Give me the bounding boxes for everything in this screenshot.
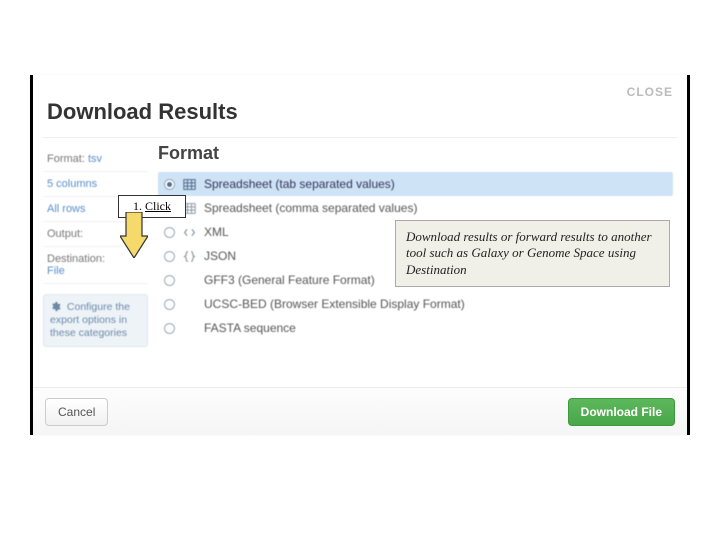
sidebar-value: File xyxy=(47,265,65,277)
braces-icon xyxy=(183,250,196,263)
format-option-fasta[interactable]: FASTA sequence xyxy=(158,316,673,340)
sidebar-value: tsv xyxy=(88,153,102,165)
sidebar-label: Format: xyxy=(47,153,85,165)
blank-icon xyxy=(183,274,196,287)
sidebar-value: 5 columns xyxy=(47,178,97,190)
divider xyxy=(43,137,677,138)
sidebar-row-format[interactable]: Format: tsv xyxy=(43,147,148,172)
format-option-label: JSON xyxy=(204,249,236,263)
configure-tip-text: Configure the export options in these ca… xyxy=(50,301,130,339)
radio-icon xyxy=(164,227,175,238)
format-option-csv[interactable]: Spreadsheet (comma separated values) xyxy=(158,196,673,220)
format-option-label: Spreadsheet (tab separated values) xyxy=(204,177,395,191)
grid-icon xyxy=(183,178,196,191)
radio-icon xyxy=(164,179,175,190)
modal-footer: Cancel Download File xyxy=(33,387,687,435)
radio-icon xyxy=(164,275,175,286)
sidebar-row-columns[interactable]: 5 columns xyxy=(43,172,148,197)
format-option-label: FASTA sequence xyxy=(204,321,296,335)
cancel-button[interactable]: Cancel xyxy=(45,398,108,426)
annotation-step-text: Click xyxy=(145,199,171,213)
format-option-tsv[interactable]: Spreadsheet (tab separated values) xyxy=(158,172,673,196)
radio-icon xyxy=(164,251,175,262)
sidebar-label: Destination: xyxy=(47,253,105,265)
format-option-label: GFF3 (General Feature Format) xyxy=(204,273,375,287)
blank-icon xyxy=(183,298,196,311)
page-frame: CLOSE Download Results Format: tsv 5 col… xyxy=(0,0,720,540)
sidebar-label: Output: xyxy=(47,228,83,240)
sidebar-value: All rows xyxy=(47,203,86,215)
format-option-ucsc-bed[interactable]: UCSC-BED (Browser Extensible Display For… xyxy=(158,292,673,316)
format-option-label: UCSC-BED (Browser Extensible Display For… xyxy=(204,297,465,311)
modal-title: Download Results xyxy=(47,99,238,125)
format-option-label: Spreadsheet (comma separated values) xyxy=(204,201,417,215)
blank-icon xyxy=(183,322,196,335)
close-button[interactable]: CLOSE xyxy=(627,85,673,99)
format-option-label: XML xyxy=(204,225,229,239)
annotation-description: Download results or forward results to a… xyxy=(395,220,670,287)
gear-icon xyxy=(50,301,61,312)
download-file-button[interactable]: Download File xyxy=(568,398,675,426)
radio-icon xyxy=(164,299,175,310)
section-title-format: Format xyxy=(158,143,673,164)
annotation-step-number: 1. xyxy=(133,199,142,213)
configure-tip: Configure the export options in these ca… xyxy=(43,294,148,347)
radio-icon xyxy=(164,323,175,334)
code-icon xyxy=(183,226,196,239)
